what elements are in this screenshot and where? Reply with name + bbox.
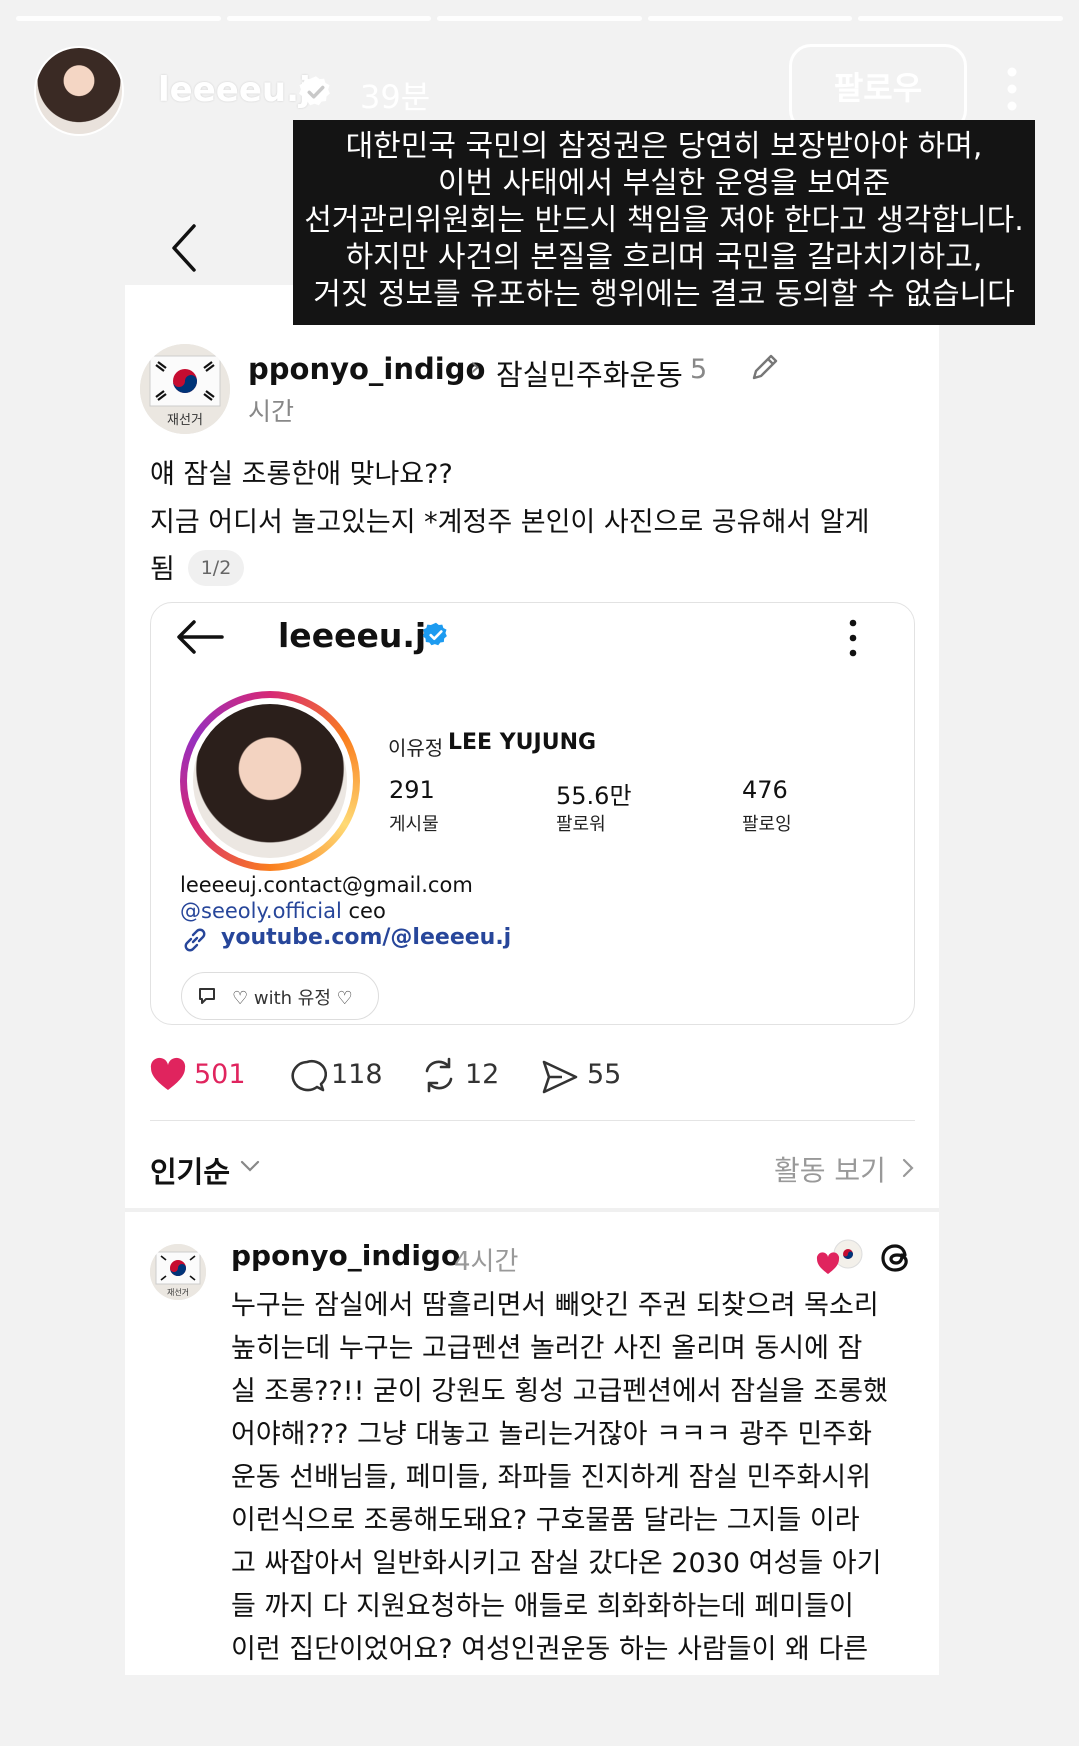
reply-text-line: 이런식으로 조롱해도돼요? 구호물품 달라는 그지들 이라 bbox=[231, 1505, 860, 1536]
reply-text-line: 운동 선배님들, 페미들, 좌파들 진지하게 잠실 민주화시위 bbox=[231, 1462, 871, 1493]
progress-segment bbox=[647, 16, 853, 21]
story-progress bbox=[16, 16, 1063, 21]
post-text-line: 얘 잠실 조롱한애 맞나요?? bbox=[150, 459, 453, 490]
progress-segment bbox=[858, 16, 1063, 21]
reply-username[interactable]: pponyo_indigo bbox=[231, 1239, 460, 1272]
repost-icon[interactable] bbox=[419, 1055, 459, 1095]
author-liked-icon bbox=[816, 1239, 863, 1274]
topic-chevron-icon: › bbox=[470, 352, 481, 382]
profile-photo bbox=[193, 704, 347, 858]
profile-name-korean: 이유정 bbox=[388, 736, 444, 760]
bio-handle-link: @seeoly.official bbox=[180, 899, 342, 923]
story-ring-avatar bbox=[180, 691, 360, 871]
post-username[interactable]: pponyo_indigo bbox=[248, 352, 485, 386]
stat-posts-label: 게시물 bbox=[389, 814, 439, 835]
more-options-icon bbox=[849, 619, 857, 657]
caption-line: 거짓 정보를 유포하는 행위에는 결코 동의할 수 없습니다 bbox=[313, 277, 1015, 312]
section-separator bbox=[125, 1208, 939, 1212]
reply-text-line: 들 까지 다 지원요청하는 애들로 희화화하는데 페미들이 bbox=[231, 1591, 854, 1622]
threads-badge-label: ♡ with 유정 ♡ bbox=[232, 988, 353, 1009]
stat-followers-label: 팔로워 bbox=[556, 814, 606, 835]
reply-text-line: 높히는데 누구는 고급펜션 놀러간 사진 올리며 동시에 잠 bbox=[231, 1333, 863, 1364]
post-text-line: 지금 어디서 놀고있는지 *계정주 본인이 사진으로 공유해서 알게 bbox=[150, 507, 870, 538]
verified-icon bbox=[299, 76, 330, 106]
post-text-line: 됨 bbox=[150, 554, 175, 585]
stat-followers-value: 55.6만 bbox=[556, 782, 632, 810]
edit-icon[interactable] bbox=[748, 350, 782, 384]
verified-icon bbox=[422, 622, 447, 646]
progress-segment bbox=[226, 16, 432, 21]
avatar-caption: 재선거 bbox=[167, 413, 203, 428]
reply-text-line: 실 조롱??!! 굳이 강원도 횡성 고급펜션에서 잠실을 조롱했 bbox=[231, 1376, 888, 1407]
bio-email: leeeeuj.contact@gmail.com bbox=[180, 873, 473, 897]
back-arrow-icon[interactable] bbox=[164, 220, 204, 276]
stat-following-label: 팔로잉 bbox=[742, 814, 792, 835]
chevron-down-icon[interactable] bbox=[238, 1154, 262, 1178]
comment-icon[interactable] bbox=[287, 1057, 327, 1097]
view-activity-link[interactable]: 활동 보기 bbox=[774, 1149, 886, 1189]
threads-logo-icon[interactable] bbox=[876, 1238, 916, 1278]
stat-following-value: 476 bbox=[742, 776, 788, 804]
flag-avatar-image: 재선거 bbox=[140, 344, 230, 434]
reply-text-line: 이런 집단이었어요? 여성인권운동 하는 사람들이 왜 다른 bbox=[231, 1634, 869, 1665]
stat-posts-value: 291 bbox=[389, 776, 435, 804]
story-username[interactable]: leeeeu.j bbox=[158, 70, 311, 110]
progress-segment bbox=[437, 16, 642, 21]
reply-time: 4시간 bbox=[454, 1247, 519, 1277]
caption-line: 대한민국 국민의 참정권은 당연히 보장받아야 하며, bbox=[345, 129, 983, 164]
share-count: 55 bbox=[587, 1059, 622, 1090]
page-indicator: 1/2 bbox=[188, 550, 244, 586]
caption-line: 하지만 사건의 본질을 흐리며 국민을 갈라치기하고, bbox=[345, 240, 983, 275]
bio-handle-suffix: ceo bbox=[341, 899, 386, 923]
post-time-number: 5 bbox=[690, 354, 708, 385]
story-avatar[interactable] bbox=[34, 46, 124, 136]
repost-count: 12 bbox=[465, 1059, 500, 1090]
youtube-link: youtube.com/@leeeeu.j bbox=[221, 925, 512, 950]
reply-avatar[interactable]: 재선거 bbox=[150, 1244, 206, 1300]
avatar-caption: 재선거 bbox=[167, 1288, 189, 1297]
reply-text-line: 어야해??? 그냥 대놓고 놀리는거잖아 ㅋㅋㅋ 광주 민주화 bbox=[231, 1419, 872, 1450]
caption-line: 이번 사태에서 부실한 운영을 보여준 bbox=[437, 166, 891, 201]
more-options-icon[interactable] bbox=[1002, 64, 1022, 114]
bio-handle-line: @seeoly.official ceo bbox=[180, 899, 386, 923]
divider bbox=[150, 1120, 915, 1121]
screenshot-username: leeeeu.j bbox=[278, 616, 427, 655]
threads-icon bbox=[199, 988, 215, 1004]
follow-button[interactable]: 팔로우 bbox=[789, 44, 967, 132]
like-count: 501 bbox=[194, 1059, 246, 1090]
reply-text-line: 누구는 잠실에서 땀흘리면서 빼앗긴 주권 되찾으려 목소리 bbox=[231, 1290, 879, 1321]
flag-avatar-image: 재선거 bbox=[150, 1244, 206, 1300]
post-avatar[interactable]: 재선거 bbox=[140, 344, 230, 434]
share-icon[interactable] bbox=[540, 1057, 580, 1097]
back-arrow-icon bbox=[177, 620, 224, 654]
sort-dropdown[interactable]: 인기순 bbox=[150, 1149, 230, 1191]
reply-text-line: 고 싸잡아서 일반화시키고 잠실 갔다온 2030 여성들 아기 bbox=[231, 1548, 882, 1579]
post-topic[interactable]: 잠실민주화운동 bbox=[496, 352, 683, 394]
chevron-right-icon[interactable] bbox=[900, 1156, 916, 1180]
link-icon bbox=[184, 928, 206, 952]
profile-name-english: LEE YUJUNG bbox=[448, 730, 597, 755]
post-time-unit: 시간 bbox=[248, 397, 295, 426]
comment-count: 118 bbox=[331, 1059, 383, 1090]
heart-icon[interactable] bbox=[148, 1055, 188, 1095]
story-caption: 대한민국 국민의 참정권은 당연히 보장받아야 하며, 이번 사태에서 부실한 … bbox=[293, 120, 1035, 325]
story-time: 39분 bbox=[360, 78, 431, 116]
caption-line: 선거관리위원회는 반드시 책임을 져야 한다고 생각합니다. bbox=[304, 203, 1024, 238]
progress-segment bbox=[16, 16, 221, 21]
